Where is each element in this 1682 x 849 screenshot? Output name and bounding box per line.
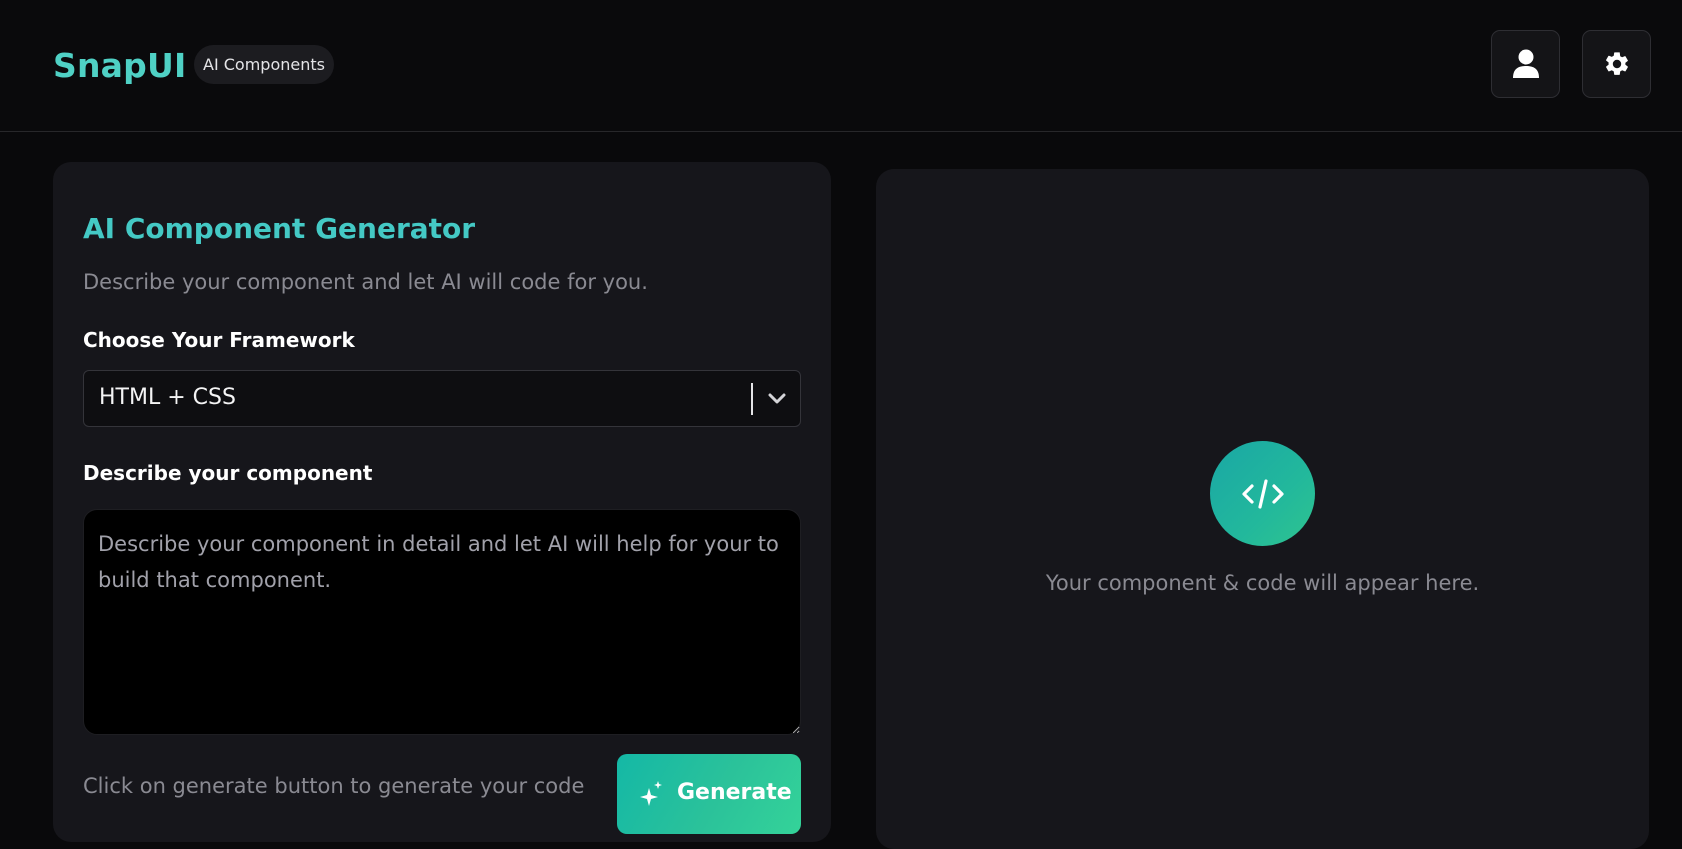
- settings-button[interactable]: [1582, 30, 1651, 98]
- generate-button-label: Generate: [677, 780, 792, 805]
- framework-label: Choose Your Framework: [83, 328, 355, 352]
- ai-components-badge: AI Components: [194, 45, 334, 84]
- generate-button[interactable]: Generate: [617, 754, 801, 834]
- chevron-down-icon[interactable]: [764, 386, 790, 412]
- user-icon: [1512, 49, 1539, 78]
- generator-subtitle: Describe your component and let AI will …: [83, 270, 648, 294]
- gear-icon: [1605, 52, 1628, 75]
- brand-logo[interactable]: SnapUI: [53, 46, 186, 85]
- code-icon: [1210, 441, 1315, 546]
- generator-title: AI Component Generator: [83, 212, 476, 245]
- user-profile-button[interactable]: [1491, 30, 1560, 98]
- framework-select[interactable]: HTML + CSS: [83, 370, 801, 427]
- preview-panel: Your component & code will appear here.: [876, 169, 1649, 849]
- sparkles-icon: [640, 781, 662, 806]
- preview-empty-text: Your component & code will appear here.: [1045, 571, 1480, 595]
- generate-hint: Click on generate button to generate you…: [83, 774, 585, 798]
- component-description-input[interactable]: [83, 509, 801, 735]
- framework-selected-value: HTML + CSS: [99, 385, 236, 410]
- top-navbar: SnapUI AI Components: [0, 0, 1682, 132]
- select-separator: [751, 383, 753, 415]
- description-label: Describe your component: [83, 461, 373, 485]
- generator-panel: AI Component Generator Describe your com…: [53, 162, 831, 842]
